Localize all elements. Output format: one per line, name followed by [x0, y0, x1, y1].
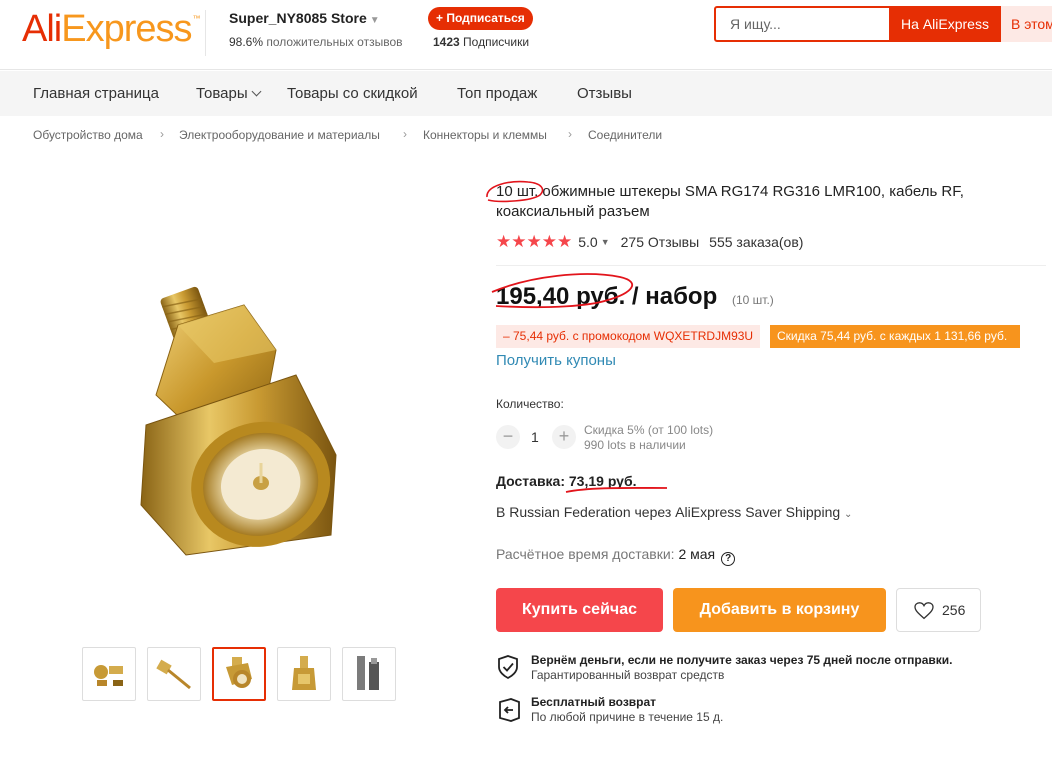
price-unit: (10 шт.)	[732, 293, 774, 307]
logo-express: Express	[61, 8, 192, 50]
search-input[interactable]: Я ищу...	[730, 16, 781, 32]
divider	[496, 265, 1046, 266]
quantity-plus-button[interactable]: +	[552, 425, 576, 449]
quantity-minus-button[interactable]: −	[496, 425, 520, 449]
quantity-label: Количество:	[496, 397, 564, 411]
thumbnail-5[interactable]	[342, 647, 396, 701]
search-store-button[interactable]: В этом	[1001, 6, 1052, 42]
delivery-date: 2 мая	[678, 546, 716, 562]
breadcrumb-item[interactable]: Соединители	[588, 128, 662, 142]
star-icon: ★	[557, 232, 573, 251]
store-rating-pct: 98.6%	[229, 35, 264, 49]
subscribers-count: 1423	[433, 35, 460, 49]
shipping-cost: Доставка: 73,19 руб.	[496, 473, 637, 489]
shipping-method[interactable]: В Russian Federation через AliExpress Sa…	[496, 504, 852, 520]
rating-row: ★ ★ ★ ★ ★ 5.0 ▼ 275 Отзывы 555 заказа(ов…	[496, 232, 803, 252]
search-aliexpress-button[interactable]: На AliExpress	[889, 6, 1001, 42]
rating-value[interactable]: 5.0	[578, 234, 597, 250]
orders-count: 555 заказа(ов)	[709, 234, 804, 250]
nav-label: Товары	[196, 85, 248, 102]
return-box-icon	[499, 698, 520, 722]
chevron-down-icon: ⌄	[844, 509, 853, 520]
chevron-down-icon: ▼	[600, 237, 610, 247]
product-title: 10 шт. обжимные штекеры SMA RG174 RG316 …	[496, 183, 964, 220]
buy-now-button[interactable]: Купить сейчас	[496, 588, 663, 632]
store-rating: 98.6% положительных отзывов	[229, 35, 403, 49]
nav-item-sale[interactable]: Товары со скидкой	[287, 85, 418, 102]
logo-ali: Ali	[22, 8, 62, 50]
reviews-link[interactable]: 275 Отзывы	[621, 234, 700, 250]
help-icon[interactable]: ?	[721, 552, 736, 566]
shipping-method-text: В Russian Federation через AliExpress Sa…	[496, 504, 841, 520]
thumbnail-4[interactable]	[277, 647, 331, 701]
promo-code-badge[interactable]: – 75,44 руб. с промокодом WQXETRDJM93U	[496, 325, 761, 348]
breadcrumb-separator: ›	[160, 127, 164, 141]
store-name-text: Super_NY8085 Store	[229, 10, 367, 26]
shield-check-icon	[498, 655, 518, 679]
breadcrumb-item[interactable]: Коннекторы и клеммы	[423, 128, 547, 142]
star-icon: ★	[496, 232, 512, 251]
breadcrumb-separator: ›	[568, 127, 572, 141]
nav-item-reviews[interactable]: Отзывы	[577, 85, 632, 102]
thumbnail-2[interactable]	[147, 647, 201, 701]
store-nav: Главная страница Товары Товары со скидко…	[0, 71, 1052, 116]
heart-icon	[914, 602, 934, 620]
nav-label: Главная страница	[33, 85, 159, 102]
search-box: Я ищу... На AliExpress В этом	[714, 6, 1052, 42]
get-coupons-link[interactable]: Получить купоны	[496, 352, 616, 369]
subscribers: 1423 Подписчики	[433, 35, 529, 49]
store-discount-badge: Скидка 75,44 руб. с каждых 1 131,66 руб.	[770, 325, 1020, 348]
wishlist-button[interactable]: 256	[896, 588, 981, 632]
nav-label: Топ продаж	[457, 85, 538, 102]
wishlist-count: 256	[942, 602, 966, 618]
breadcrumb-item[interactable]: Обустройство дома	[33, 128, 143, 142]
nav-label: Отзывы	[577, 85, 632, 102]
add-to-cart-button[interactable]: Добавить в корзину	[673, 588, 886, 632]
price: 195,40 руб. / набор	[496, 283, 718, 310]
quantity-discount: Скидка 5% (от 100 lots)	[584, 423, 714, 437]
delivery-estimate: Расчётное время доставки: 2 мая?	[496, 546, 736, 566]
guarantee-title: Вернём деньги, если не получите заказ че…	[531, 653, 953, 667]
guarantee-subtitle: Гарантированный возврат средств	[531, 668, 725, 682]
nav-item-products[interactable]: Товары	[196, 85, 262, 102]
star-icon: ★	[541, 232, 557, 251]
nav-item-top-sales[interactable]: Топ продаж	[457, 85, 537, 102]
stock-count: 990 lots в наличии	[584, 438, 686, 452]
breadcrumb-separator: ›	[403, 127, 407, 141]
aliexpress-logo[interactable]: AliExpress ™	[22, 8, 201, 51]
header-divider	[205, 10, 206, 56]
subscribers-label: Подписчики	[463, 35, 530, 49]
delivery-label: Расчётное время доставки:	[496, 546, 675, 562]
quantity-input[interactable]: 1	[531, 429, 539, 445]
star-icon: ★	[526, 232, 542, 251]
thumbnail-3[interactable]	[212, 647, 266, 701]
nav-label: Товары со скидкой	[287, 85, 418, 102]
subscribe-button[interactable]: + Подписаться	[428, 7, 533, 30]
product-main-image[interactable]	[126, 285, 416, 565]
breadcrumb-item[interactable]: Электрооборудование и материалы	[179, 128, 380, 142]
store-rating-text: положительных отзывов	[266, 35, 403, 49]
nav-item-home[interactable]: Главная страница	[33, 85, 159, 102]
star-icon: ★	[511, 232, 527, 251]
store-name[interactable]: Super_NY8085 Store ▼	[229, 10, 380, 26]
thumbnail-1[interactable]	[82, 647, 136, 701]
return-title: Бесплатный возврат	[531, 695, 657, 709]
caret-down-icon: ▼	[369, 15, 380, 26]
site-header: AliExpress ™ Super_NY8085 Store ▼ 98.6% по…	[0, 0, 1052, 70]
return-subtitle: По любой причине в течение 15 д.	[531, 710, 724, 724]
chevron-down-icon	[251, 86, 262, 97]
